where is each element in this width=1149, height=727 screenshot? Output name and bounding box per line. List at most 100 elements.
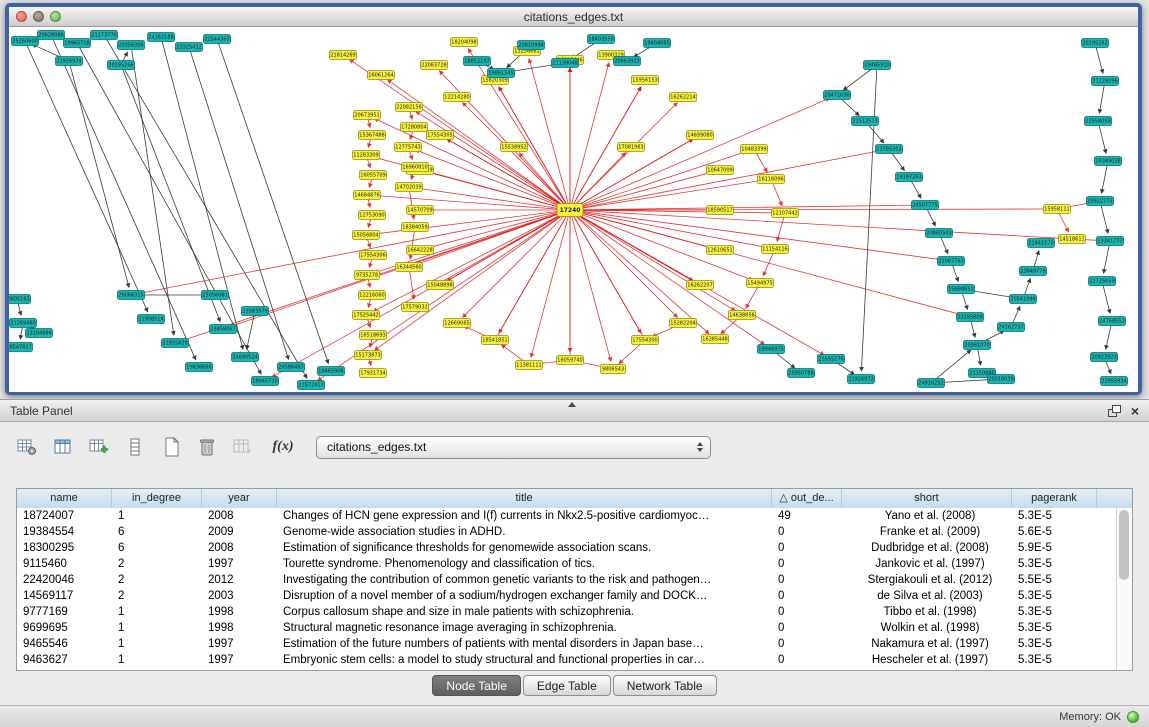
graph-node[interactable]: 19404065 [644, 39, 671, 48]
graph-node[interactable]: 20195262 [1082, 39, 1109, 48]
graph-node[interactable]: 14518611 [1059, 235, 1086, 244]
graph-node[interactable]: 16059740 [557, 356, 584, 365]
graph-node[interactable]: 15173873 [355, 351, 382, 360]
graph-node[interactable]: 24768552 [1099, 317, 1126, 326]
graph-node[interactable]: 14684876 [354, 191, 381, 200]
column-header-out-de-[interactable]: △ out_de... [772, 489, 842, 508]
graph-node[interactable]: 17525442 [353, 311, 380, 320]
graph-node[interactable]: 15958111 [1044, 205, 1071, 214]
table-row[interactable]: 977716911998Corpus callosum shape and si… [17, 604, 1117, 620]
graph-node[interactable]: 16061264 [368, 71, 395, 80]
graph-node[interactable]: 18945720 [252, 377, 279, 386]
column-visibility-button[interactable] [16, 436, 38, 458]
new-row-button[interactable] [124, 436, 146, 458]
graph-node[interactable]: 19465910 [864, 61, 891, 70]
graph-node[interactable]: 19861545 [488, 69, 515, 78]
graph-node[interactable]: 20586487 [278, 363, 305, 372]
graph-node[interactable]: 23195809 [957, 313, 984, 322]
graph-node[interactable]: 23849776 [1020, 267, 1047, 276]
graph-node[interactable]: 9735278 [354, 271, 379, 280]
graph-node[interactable]: 11154116 [762, 245, 789, 254]
graph-node[interactable]: 21139048 [552, 59, 579, 68]
tab-edge-table[interactable]: Edge Table [523, 675, 611, 696]
graph-node[interactable]: 12214280 [444, 93, 471, 102]
table-row[interactable]: 2242004622012Investigating the contribut… [17, 572, 1117, 588]
graph-node[interactable]: 12669065 [444, 319, 471, 328]
table-row[interactable]: 969969511998Structural magnetic resonanc… [17, 620, 1117, 636]
graph-node[interactable]: 15956153 [632, 76, 659, 85]
column-header-in-degree[interactable]: in_degree [112, 489, 202, 508]
table-row[interactable]: 911546021997Tourette syndrome. Phenomeno… [17, 556, 1117, 572]
graph-node[interactable]: 16642228 [407, 246, 434, 255]
graph-node[interactable]: 15056804 [353, 231, 380, 240]
graph-node[interactable]: 16262207 [687, 281, 714, 290]
graph-node[interactable]: 24816252 [918, 379, 945, 388]
graph-node[interactable]: 23555276 [818, 355, 845, 364]
graph-node[interactable]: 24507775 [912, 201, 939, 210]
graph-node[interactable]: 23104886 [26, 329, 53, 338]
table-selector-combobox[interactable]: citations_edges.txt [316, 436, 711, 459]
graph-node[interactable]: 18384059 [402, 223, 429, 232]
graph-hub-node[interactable]: 17240 [557, 204, 583, 217]
graph-node[interactable]: 18852197 [464, 57, 491, 66]
graph-node[interactable]: 15048898 [427, 281, 454, 290]
graph-node[interactable]: 18403559 [588, 35, 615, 44]
table-row[interactable]: 946362711997Embryonic stem cells: a mode… [17, 652, 1117, 668]
column-header-title[interactable]: title [277, 489, 772, 508]
graph-node[interactable]: 16960810 [402, 163, 429, 172]
tab-network-table[interactable]: Network Table [613, 675, 717, 696]
graph-node[interactable]: 16518693 [360, 331, 387, 340]
graph-node[interactable]: 15494975 [747, 279, 774, 288]
graph-node[interactable]: 20471030 [824, 91, 851, 100]
graph-node[interactable]: 24690524 [232, 353, 259, 362]
column-header-year[interactable]: year [202, 489, 277, 508]
graph-node[interactable]: 19465906 [318, 367, 345, 376]
column-header-pagerank[interactable]: pagerank [1012, 489, 1097, 508]
graph-node[interactable]: 19197363 [896, 173, 923, 182]
graph-node[interactable]: 18547827 [9, 343, 33, 352]
graph-node[interactable]: 12216060 [359, 291, 386, 300]
table-row[interactable]: 1830029562008Estimation of significance … [17, 540, 1117, 556]
table-row[interactable]: 946554611997Estimation of the future num… [17, 636, 1117, 652]
graph-node[interactable]: 19884651 [948, 285, 975, 294]
new-column-button[interactable] [88, 436, 110, 458]
graph-node[interactable]: 20810994 [518, 41, 545, 50]
graph-node[interactable]: 20605163 [9, 295, 31, 304]
graph-node[interactable]: 20018039 [988, 375, 1015, 384]
graph-node[interactable]: 14570709 [407, 206, 434, 215]
window-titlebar[interactable]: citations_edges.txt [9, 7, 1138, 27]
graph-node[interactable]: 24162737 [998, 323, 1025, 332]
graph-node[interactable]: 14702039 [396, 183, 423, 192]
graph-node[interactable]: 21087763 [938, 257, 965, 266]
network-canvas[interactable]: 1859051712610651162622071528220417554300… [9, 27, 1138, 392]
graph-node[interactable]: 20628086 [38, 31, 65, 40]
graph-node[interactable]: 22558069 [1085, 117, 1112, 126]
graph-node[interactable]: 17554305 [427, 131, 454, 140]
tab-node-table[interactable]: Node Table [432, 675, 521, 696]
graph-node[interactable]: 18590517 [707, 206, 734, 215]
graph-node[interactable]: 16344560 [396, 263, 423, 272]
graph-node[interactable]: 25260600 [12, 37, 39, 46]
graph-node[interactable]: 20860503 [926, 229, 953, 238]
graph-node[interactable]: 23341777 [1097, 237, 1124, 246]
float-panel-icon[interactable] [1108, 405, 1121, 417]
graph-node[interactable]: 14699080 [687, 131, 714, 140]
column-header-name[interactable]: name [17, 489, 112, 508]
column-header-short[interactable]: short [842, 489, 1012, 508]
graph-node[interactable]: 21441570 [1028, 239, 1055, 248]
graph-node[interactable]: 21926972 [848, 375, 875, 384]
delete-button[interactable] [196, 436, 218, 458]
graph-node[interactable]: 21814269 [330, 51, 357, 60]
graph-node[interactable]: 21269460 [10, 319, 37, 328]
graph-node[interactable]: 22955934 [1101, 377, 1128, 386]
graph-node[interactable]: 21908514 [138, 315, 165, 324]
graph-node[interactable]: 23325432 [176, 43, 203, 52]
table-scrollbar[interactable] [1116, 508, 1132, 670]
new-document-button[interactable] [160, 436, 182, 458]
graph-node[interactable]: 16055709 [360, 171, 387, 180]
graph-node[interactable]: 15367488 [359, 131, 386, 140]
graph-node[interactable]: 23785302 [876, 145, 903, 154]
import-table-button[interactable] [232, 436, 254, 458]
graph-node[interactable]: 24162188 [148, 33, 175, 42]
table-row[interactable]: 1872400712008Changes of HCN gene express… [17, 508, 1117, 524]
